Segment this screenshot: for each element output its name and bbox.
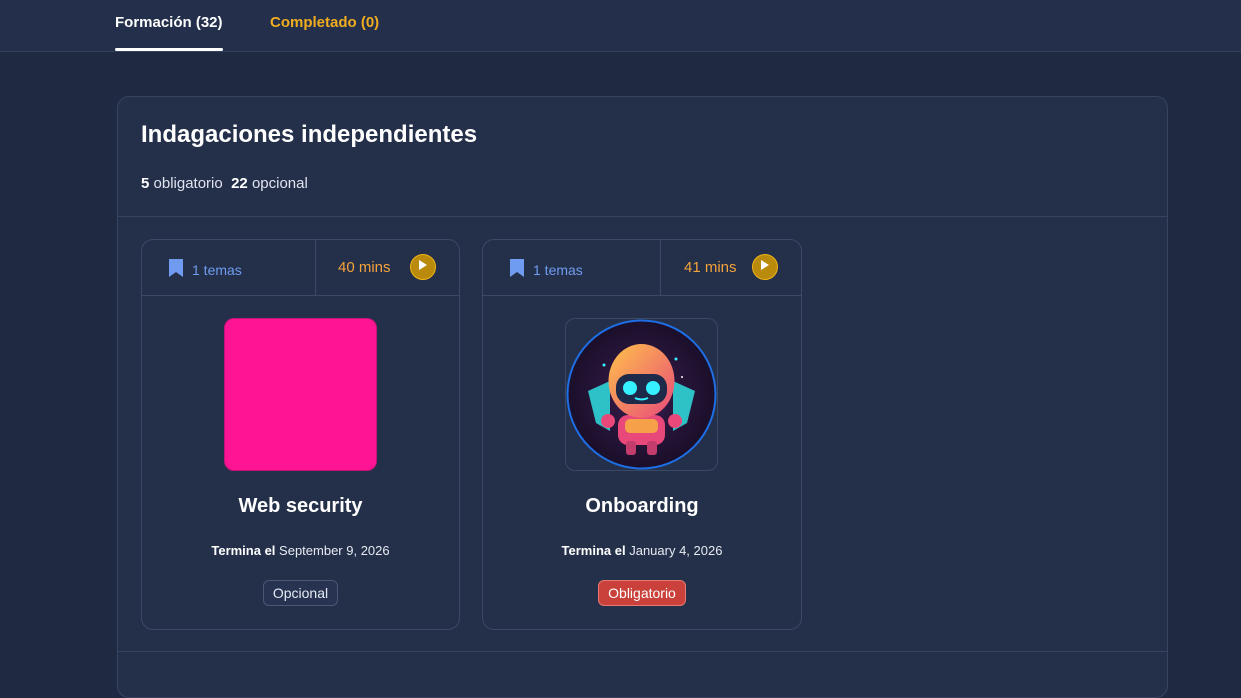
play-icon	[760, 258, 770, 276]
section-title: Indagaciones independientes	[141, 121, 478, 148]
tab-bar: Formación (32) Completado (0)	[0, 0, 1241, 52]
header-separator	[660, 240, 661, 295]
end-date-value: January 4, 2026	[629, 543, 723, 558]
optional-count: 22	[231, 175, 248, 192]
robot-avatar-icon	[566, 319, 717, 470]
header-separator	[315, 240, 316, 295]
card-header: 1 temas 40 mins	[142, 240, 459, 296]
required-badge: Obligatorio	[598, 580, 686, 606]
tab-completed[interactable]: Completado (0)	[270, 14, 379, 51]
end-date-label: Termina el	[561, 543, 626, 558]
course-thumbnail[interactable]	[224, 318, 377, 471]
course-title[interactable]: Web security	[142, 495, 459, 518]
play-button[interactable]	[752, 254, 778, 280]
course-card-web-security[interactable]: 1 temas 40 mins Web security Termina el …	[141, 239, 460, 630]
play-icon	[418, 258, 428, 276]
topics-label: 1 temas	[192, 261, 242, 278]
optional-label: opcional	[251, 175, 308, 192]
play-button[interactable]	[410, 254, 436, 280]
required-count: 5	[141, 175, 150, 192]
end-date-label: Termina el	[211, 543, 276, 558]
section-divider-bottom	[118, 651, 1167, 652]
duration-label: 41 mins	[684, 259, 737, 276]
course-card-onboarding[interactable]: 1 temas 41 mins Onboarding Termina el Ja…	[482, 239, 802, 630]
end-date: Termina el September 9, 2026	[142, 543, 459, 558]
topics-link[interactable]: 1 temas	[509, 258, 583, 281]
card-header: 1 temas 41 mins	[483, 240, 801, 296]
end-date-value: September 9, 2026	[279, 543, 390, 558]
optional-badge: Opcional	[262, 580, 339, 606]
course-title[interactable]: Onboarding	[483, 495, 801, 518]
section-divider	[118, 216, 1167, 217]
bookmark-icon	[509, 258, 525, 281]
bookmark-icon	[168, 258, 184, 281]
course-thumbnail[interactable]	[565, 318, 718, 471]
tab-training[interactable]: Formación (32)	[115, 14, 223, 51]
end-date: Termina el January 4, 2026	[483, 543, 801, 558]
required-label: obligatorio	[153, 175, 223, 192]
section-counts: 5 obligatorio 22 opcional	[141, 175, 308, 192]
duration-label: 40 mins	[338, 259, 391, 276]
topics-link[interactable]: 1 temas	[168, 258, 242, 281]
learning-section-panel: Indagaciones independientes 5 obligatori…	[117, 96, 1168, 698]
topics-label: 1 temas	[533, 261, 583, 278]
